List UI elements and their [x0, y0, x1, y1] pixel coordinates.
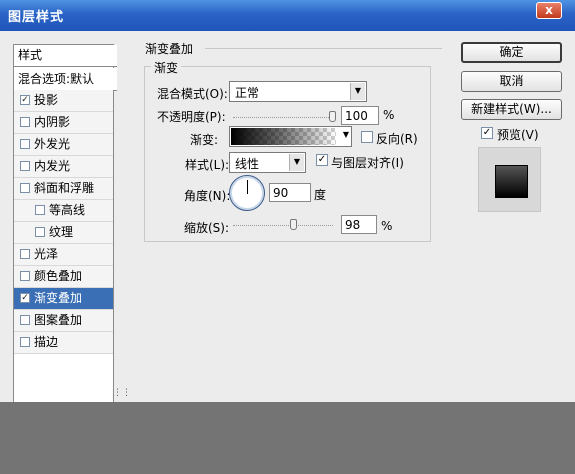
gradient-label: 渐变:: [190, 133, 219, 147]
sidebar-item[interactable]: ✓ 投影: [14, 90, 113, 112]
section-title: 渐变叠加: [145, 42, 194, 56]
sidebar-item-label: 内发光: [34, 159, 71, 173]
sidebar-item-label: 外发光: [34, 137, 71, 151]
background-area: [0, 402, 575, 474]
sidebar-item[interactable]: 图案叠加: [14, 310, 113, 332]
preview-checkbox[interactable]: ✓: [481, 127, 493, 139]
sidebar-item[interactable]: 颜色叠加: [14, 266, 113, 288]
sidebar-item-label: 内阴影: [34, 115, 71, 129]
angle-input[interactable]: 90: [269, 183, 311, 202]
style-label: 样式(L):: [185, 158, 230, 172]
section-rule: [205, 48, 442, 49]
sidebar-item[interactable]: 等高线: [14, 200, 113, 222]
align-label: 与图层对齐(I): [331, 156, 404, 170]
window-title: 图层样式: [8, 10, 65, 25]
angle-dial[interactable]: [229, 175, 265, 211]
angle-unit: 度: [314, 188, 327, 202]
sidebar-item[interactable]: 内阴影: [14, 112, 113, 134]
close-button[interactable]: x: [536, 2, 562, 19]
style-select[interactable]: 线性 ▼: [229, 152, 306, 173]
blend-mode-value: 正常: [235, 86, 260, 100]
reverse-checkbox[interactable]: [361, 131, 373, 143]
scale-label: 缩放(S):: [184, 221, 230, 235]
angle-dial-needle: [247, 180, 248, 194]
sidebar-item[interactable]: 描边: [14, 332, 113, 354]
sidebar-item-label: 等高线: [49, 203, 86, 217]
opacity-label: 不透明度(P):: [157, 110, 226, 124]
sidebar-item-checkbox[interactable]: [35, 227, 45, 237]
opacity-slider-track[interactable]: [233, 117, 333, 118]
sidebar-item-label: 图案叠加: [34, 313, 83, 327]
sidebar-item[interactable]: 光泽: [14, 244, 113, 266]
opacity-slider-thumb[interactable]: [329, 111, 336, 122]
gradient-swatch: [231, 128, 336, 145]
style-value: 线性: [235, 157, 260, 171]
cancel-button[interactable]: 取消: [461, 71, 562, 92]
scale-unit: %: [381, 219, 393, 233]
sidebar-item-label: 描边: [34, 335, 59, 349]
scale-input[interactable]: 98: [341, 215, 377, 234]
sidebar-item-label: 纹理: [49, 225, 74, 239]
sidebar-header-styles[interactable]: 样式: [14, 45, 117, 67]
style-preview: [478, 147, 541, 212]
sidebar-item-checkbox[interactable]: [20, 161, 30, 171]
sidebar-item[interactable]: 纹理: [14, 222, 113, 244]
sidebar-item-checkbox[interactable]: [20, 249, 30, 259]
sidebar-item-checkbox[interactable]: [20, 337, 30, 347]
sidebar-item-checkbox[interactable]: [20, 183, 30, 193]
sidebar-item-checkbox[interactable]: [20, 271, 30, 281]
new-style-button[interactable]: 新建样式(W)...: [461, 99, 562, 120]
reverse-label: 反向(R): [376, 132, 418, 146]
sidebar-item-checkbox[interactable]: [20, 139, 30, 149]
sidebar-item-label: 光泽: [34, 247, 59, 261]
sidebar-item[interactable]: 内发光: [14, 156, 113, 178]
opacity-input[interactable]: 100: [341, 106, 379, 125]
blend-mode-select[interactable]: 正常 ▼: [229, 81, 367, 102]
scale-slider-track[interactable]: [233, 225, 333, 226]
gradient-picker[interactable]: ▼: [229, 126, 352, 147]
sidebar-item-checkbox[interactable]: [35, 205, 45, 215]
sidebar-blend-options[interactable]: 混合选项:默认: [14, 68, 117, 91]
title-bar: 图层样式 x: [0, 0, 575, 31]
chevron-down-icon: ▼: [350, 83, 365, 100]
sidebar-item-label: 斜面和浮雕: [34, 181, 95, 195]
sidebar-item-checkbox[interactable]: ✓: [20, 95, 30, 105]
preview-label: 预览(V): [497, 128, 539, 142]
sidebar-item-checkbox[interactable]: ✓: [20, 293, 30, 303]
resize-grip-icon: ⋮⋮: [113, 388, 131, 398]
ok-button[interactable]: 确定: [461, 42, 562, 63]
align-checkbox[interactable]: ✓: [316, 154, 328, 166]
sidebar-item[interactable]: 外发光: [14, 134, 113, 156]
angle-label: 角度(N):: [184, 189, 231, 203]
scale-slider-thumb[interactable]: [290, 219, 298, 230]
sidebar-item-checkbox[interactable]: [20, 117, 30, 127]
chevron-down-icon: ▼: [342, 130, 349, 139]
sidebar-item[interactable]: ✓ 渐变叠加: [14, 288, 113, 310]
group-title: 渐变: [151, 59, 182, 76]
sidebar-item-label: 投影: [34, 93, 59, 107]
sidebar-item-label: 渐变叠加: [34, 291, 83, 305]
style-list: 样式 混合选项:默认 ✓ 投影内阴影外发光内发光斜面和浮雕等高线纹理光泽颜色叠加 ✓…: [13, 44, 117, 402]
sidebar-item-checkbox[interactable]: [20, 315, 30, 325]
opacity-unit: %: [383, 108, 395, 122]
chevron-down-icon: ▼: [289, 154, 304, 171]
sidebar-item[interactable]: 斜面和浮雕: [14, 178, 113, 200]
preview-swatch: [495, 165, 528, 198]
blend-mode-label: 混合模式(O):: [157, 87, 228, 101]
sidebar-item-label: 颜色叠加: [34, 269, 83, 283]
